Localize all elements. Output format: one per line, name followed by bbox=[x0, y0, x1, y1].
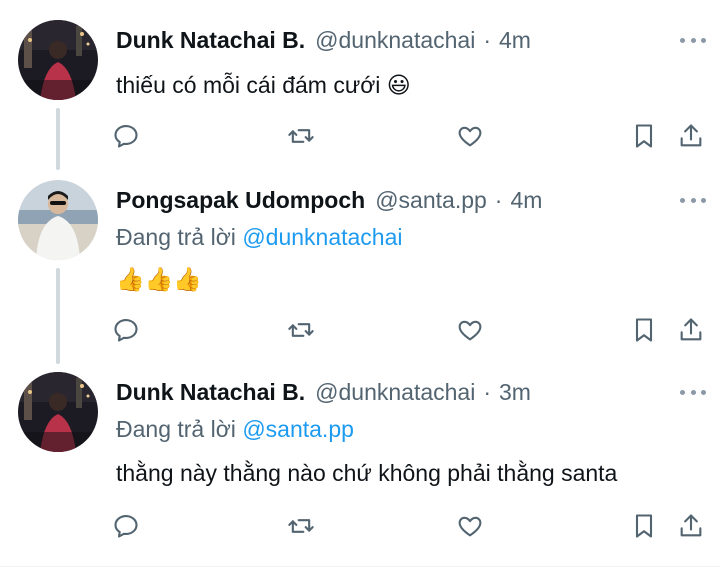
separator-dot: · bbox=[483, 26, 492, 53]
tweet-text: thằng này thằng nào chứ không phải thằng… bbox=[116, 460, 618, 486]
author-name[interactable]: Pongsapak Udompoch bbox=[116, 187, 365, 214]
timestamp[interactable]: 3m bbox=[499, 379, 531, 406]
tweet[interactable]: Pongsapak Udompoch @santa.pp · 4m Đang t… bbox=[0, 180, 720, 342]
avatar[interactable] bbox=[18, 180, 98, 260]
replying-prefix: Đang trả lời bbox=[116, 416, 243, 442]
tweet-text: 👍👍👍 bbox=[116, 266, 202, 292]
mention-link[interactable]: @santa.pp bbox=[242, 416, 354, 442]
separator-dot: · bbox=[483, 378, 492, 405]
replying-prefix: Đang trả lời bbox=[116, 224, 243, 250]
author-name[interactable]: Dunk Natachai B. bbox=[116, 379, 305, 406]
tweet[interactable]: Dunk Natachai B. @dunknatachai · 4m thiế… bbox=[0, 20, 720, 160]
avatar[interactable] bbox=[18, 20, 98, 100]
replying-to: Đang trả lời @dunknatachai bbox=[116, 224, 403, 251]
mention-link[interactable]: @dunknatachai bbox=[242, 224, 402, 250]
heart-icon[interactable] bbox=[454, 314, 486, 346]
retweet-icon[interactable] bbox=[285, 314, 317, 346]
thread-line bbox=[56, 108, 60, 170]
more-dots-icon[interactable] bbox=[680, 28, 706, 52]
replying-to: Đang trả lời @santa.pp bbox=[116, 416, 354, 443]
avatar-image bbox=[18, 20, 98, 100]
share-icon[interactable] bbox=[675, 314, 707, 346]
separator-dot: · bbox=[494, 186, 503, 213]
heart-icon[interactable] bbox=[454, 510, 486, 542]
retweet-icon[interactable] bbox=[285, 120, 317, 152]
reply-icon[interactable] bbox=[110, 510, 142, 542]
avatar[interactable] bbox=[18, 372, 98, 452]
author-handle[interactable]: @santa.pp bbox=[375, 187, 487, 214]
reply-icon[interactable] bbox=[110, 314, 142, 346]
bookmark-icon[interactable] bbox=[628, 314, 660, 346]
tweet[interactable]: Dunk Natachai B. @dunknatachai · 3m Đang… bbox=[0, 372, 720, 552]
reply-icon[interactable] bbox=[110, 120, 142, 152]
avatar-image bbox=[18, 180, 98, 260]
retweet-icon[interactable] bbox=[285, 510, 317, 542]
timestamp[interactable]: 4m bbox=[499, 27, 531, 54]
heart-icon[interactable] bbox=[454, 120, 486, 152]
author-handle[interactable]: @dunknatachai bbox=[315, 379, 475, 406]
share-icon[interactable] bbox=[675, 510, 707, 542]
share-icon[interactable] bbox=[675, 120, 707, 152]
author-handle[interactable]: @dunknatachai bbox=[315, 27, 475, 54]
tweet-text: thiếu có mỗi cái đám cưới 😃 bbox=[116, 72, 411, 98]
timestamp[interactable]: 4m bbox=[510, 187, 542, 214]
divider bbox=[0, 566, 720, 567]
bookmark-icon[interactable] bbox=[628, 120, 660, 152]
more-dots-icon[interactable] bbox=[680, 188, 706, 212]
more-dots-icon[interactable] bbox=[680, 380, 706, 404]
bookmark-icon[interactable] bbox=[628, 510, 660, 542]
thread-line bbox=[56, 268, 60, 364]
avatar-image bbox=[18, 372, 98, 452]
author-name[interactable]: Dunk Natachai B. bbox=[116, 27, 305, 54]
